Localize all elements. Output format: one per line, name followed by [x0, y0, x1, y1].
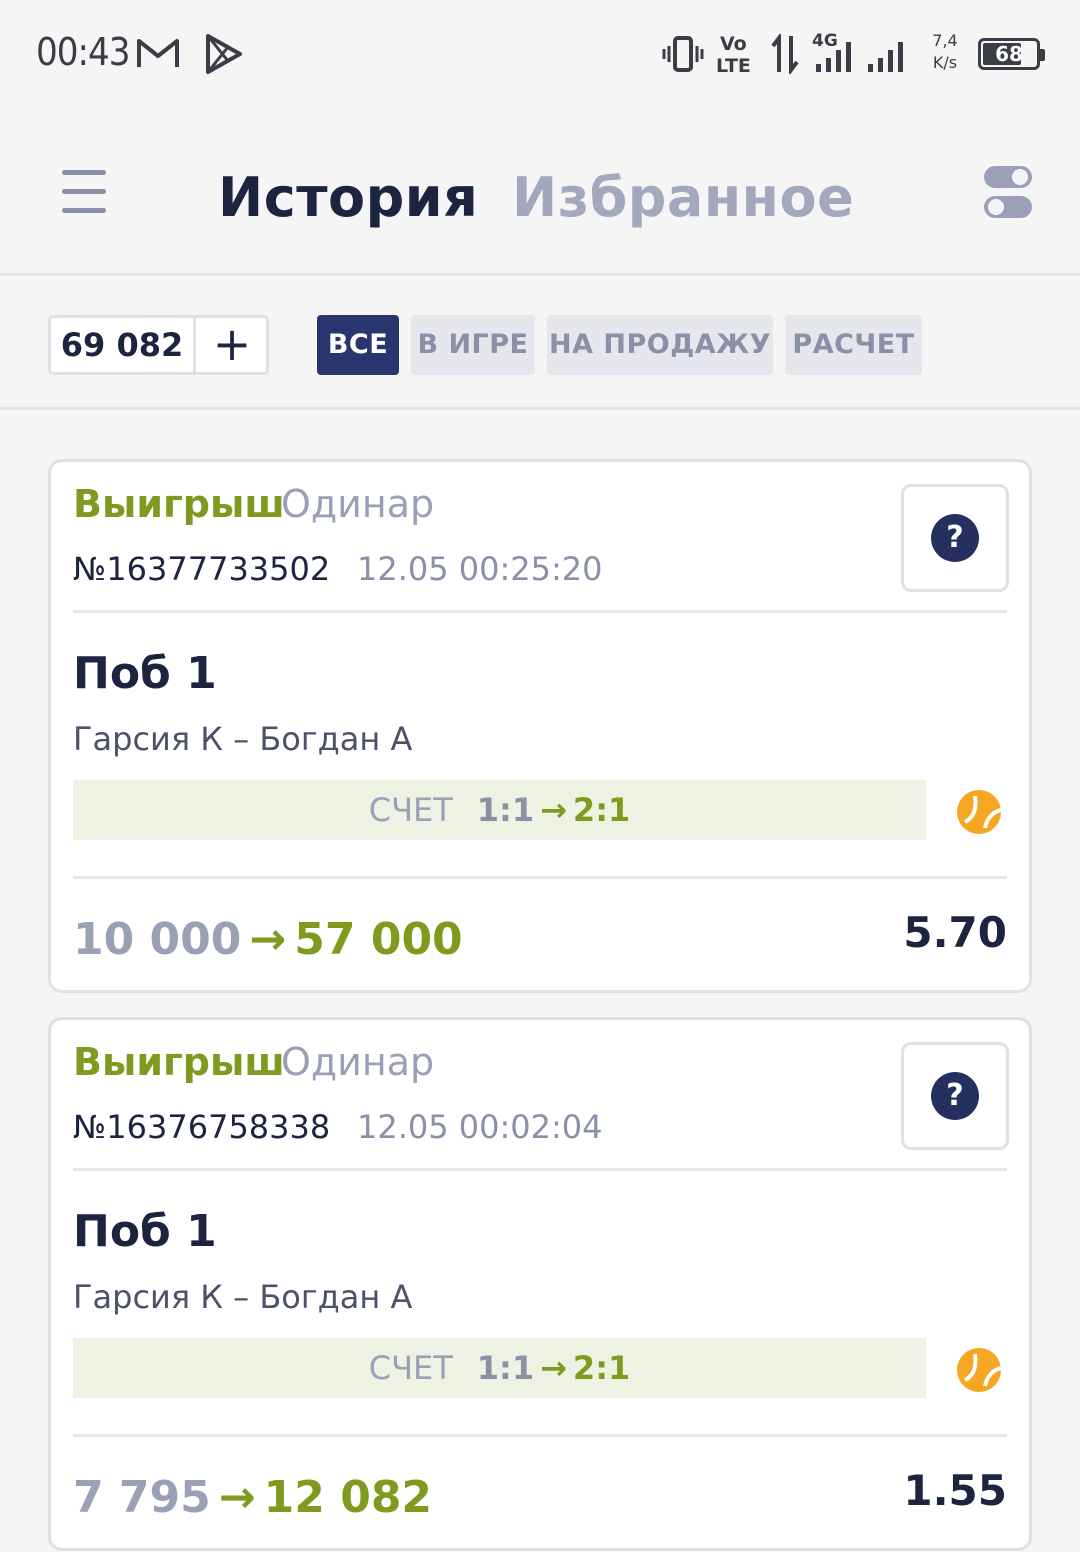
bet-pick: Поб 1	[73, 1206, 217, 1257]
volte-icon: Vo LTE	[716, 33, 751, 74]
score-arrow-icon: →	[540, 1349, 567, 1387]
bet-event: Гарсия К – Богдан А	[73, 1278, 413, 1316]
bet-odds: 1.55	[903, 1466, 1007, 1515]
data-transfer-icon	[771, 34, 799, 74]
question-icon: ?	[931, 514, 979, 562]
bet-event: Гарсия К – Богдан А	[73, 720, 413, 758]
score-from: 1:1	[476, 791, 535, 829]
filter-for-sale[interactable]: НА ПРОДАЖУ	[547, 315, 773, 375]
vibrate-icon	[662, 36, 704, 72]
bet-number: №16376758338	[73, 1108, 331, 1146]
divider	[73, 876, 1007, 879]
bet-odds: 5.70	[903, 908, 1007, 957]
question-icon: ?	[931, 1072, 979, 1120]
menu-icon[interactable]	[62, 170, 106, 216]
tab-favorites[interactable]: Избранное	[512, 166, 854, 229]
tab-history[interactable]: История	[218, 166, 478, 229]
bet-status: Выигрыш	[73, 1040, 285, 1084]
bet-amount: 7 795 → 12 082	[73, 1472, 432, 1523]
battery-level: 68	[995, 42, 1023, 66]
score-label: СЧЕТ	[368, 791, 453, 829]
add-funds-button[interactable]: +	[197, 318, 267, 372]
balance-widget: 69 082 +	[48, 315, 269, 375]
score-to: 2:1	[572, 1349, 631, 1387]
amount-arrow-icon: →	[218, 1472, 256, 1523]
amount-arrow-icon: →	[249, 914, 287, 965]
help-button[interactable]: ?	[901, 1042, 1009, 1150]
tennis-ball-icon	[957, 1348, 1002, 1392]
score-from: 1:1	[476, 1349, 535, 1387]
signal-icon	[868, 42, 903, 72]
win-amount: 57 000	[294, 914, 463, 965]
score-bar: СЧЕТ 1:1 → 2:1	[73, 780, 926, 840]
bet-card[interactable]: Выигрыш Одинар №16376758338 12.05 00:02:…	[48, 1017, 1032, 1551]
help-button[interactable]: ?	[901, 484, 1009, 592]
bet-type: Одинар	[281, 482, 435, 526]
balance-value: 69 082	[51, 318, 196, 372]
play-store-icon	[206, 34, 242, 74]
divider	[73, 610, 1007, 613]
svg-text:LTE: LTE	[716, 55, 751, 74]
tennis-ball-icon	[957, 790, 1002, 834]
bet-type: Одинар	[281, 1040, 435, 1084]
bet-number: №16377733502	[73, 550, 331, 588]
status-time: 00:43	[36, 30, 131, 74]
network-speed-value: 7,4	[932, 31, 958, 50]
status-bar: 00:43 Vo LTE 4G 7,4 K/s 68	[0, 0, 1080, 110]
bet-pick: Поб 1	[73, 648, 217, 699]
gmail-icon	[137, 39, 179, 67]
bet-datetime: 12.05 00:02:04	[357, 1108, 603, 1146]
bet-status: Выигрыш	[73, 482, 285, 526]
network-speed: 7,4 K/s	[930, 30, 960, 74]
filter-settled[interactable]: РАСЧЕТ	[785, 315, 922, 375]
divider	[73, 1434, 1007, 1437]
settings-toggle-icon[interactable]	[984, 166, 1032, 220]
signal-4g-icon: 4G	[812, 31, 851, 72]
divider	[73, 1168, 1007, 1171]
app-header: История Избранное	[0, 130, 1080, 276]
score-label: СЧЕТ	[368, 1349, 453, 1387]
network-speed-unit: K/s	[932, 53, 958, 72]
filter-in-game[interactable]: В ИГРЕ	[411, 315, 535, 375]
bet-amount: 10 000 → 57 000	[73, 914, 463, 965]
filter-bar: 69 082 + ВСЕ В ИГРЕ НА ПРОДАЖУ РАСЧЕТ	[0, 279, 1080, 410]
bet-datetime: 12.05 00:25:20	[357, 550, 603, 588]
battery-icon: 68	[978, 38, 1045, 70]
score-bar: СЧЕТ 1:1 → 2:1	[73, 1338, 926, 1398]
filter-all[interactable]: ВСЕ	[317, 315, 399, 375]
win-amount: 12 082	[263, 1472, 433, 1523]
bet-card[interactable]: Выигрыш Одинар №16377733502 12.05 00:25:…	[48, 459, 1032, 993]
stake-amount: 7 795	[73, 1472, 211, 1523]
score-arrow-icon: →	[540, 791, 567, 829]
score-to: 2:1	[572, 791, 631, 829]
svg-text:Vo: Vo	[720, 33, 747, 55]
svg-text:4G: 4G	[812, 31, 838, 51]
stake-amount: 10 000	[73, 914, 242, 965]
